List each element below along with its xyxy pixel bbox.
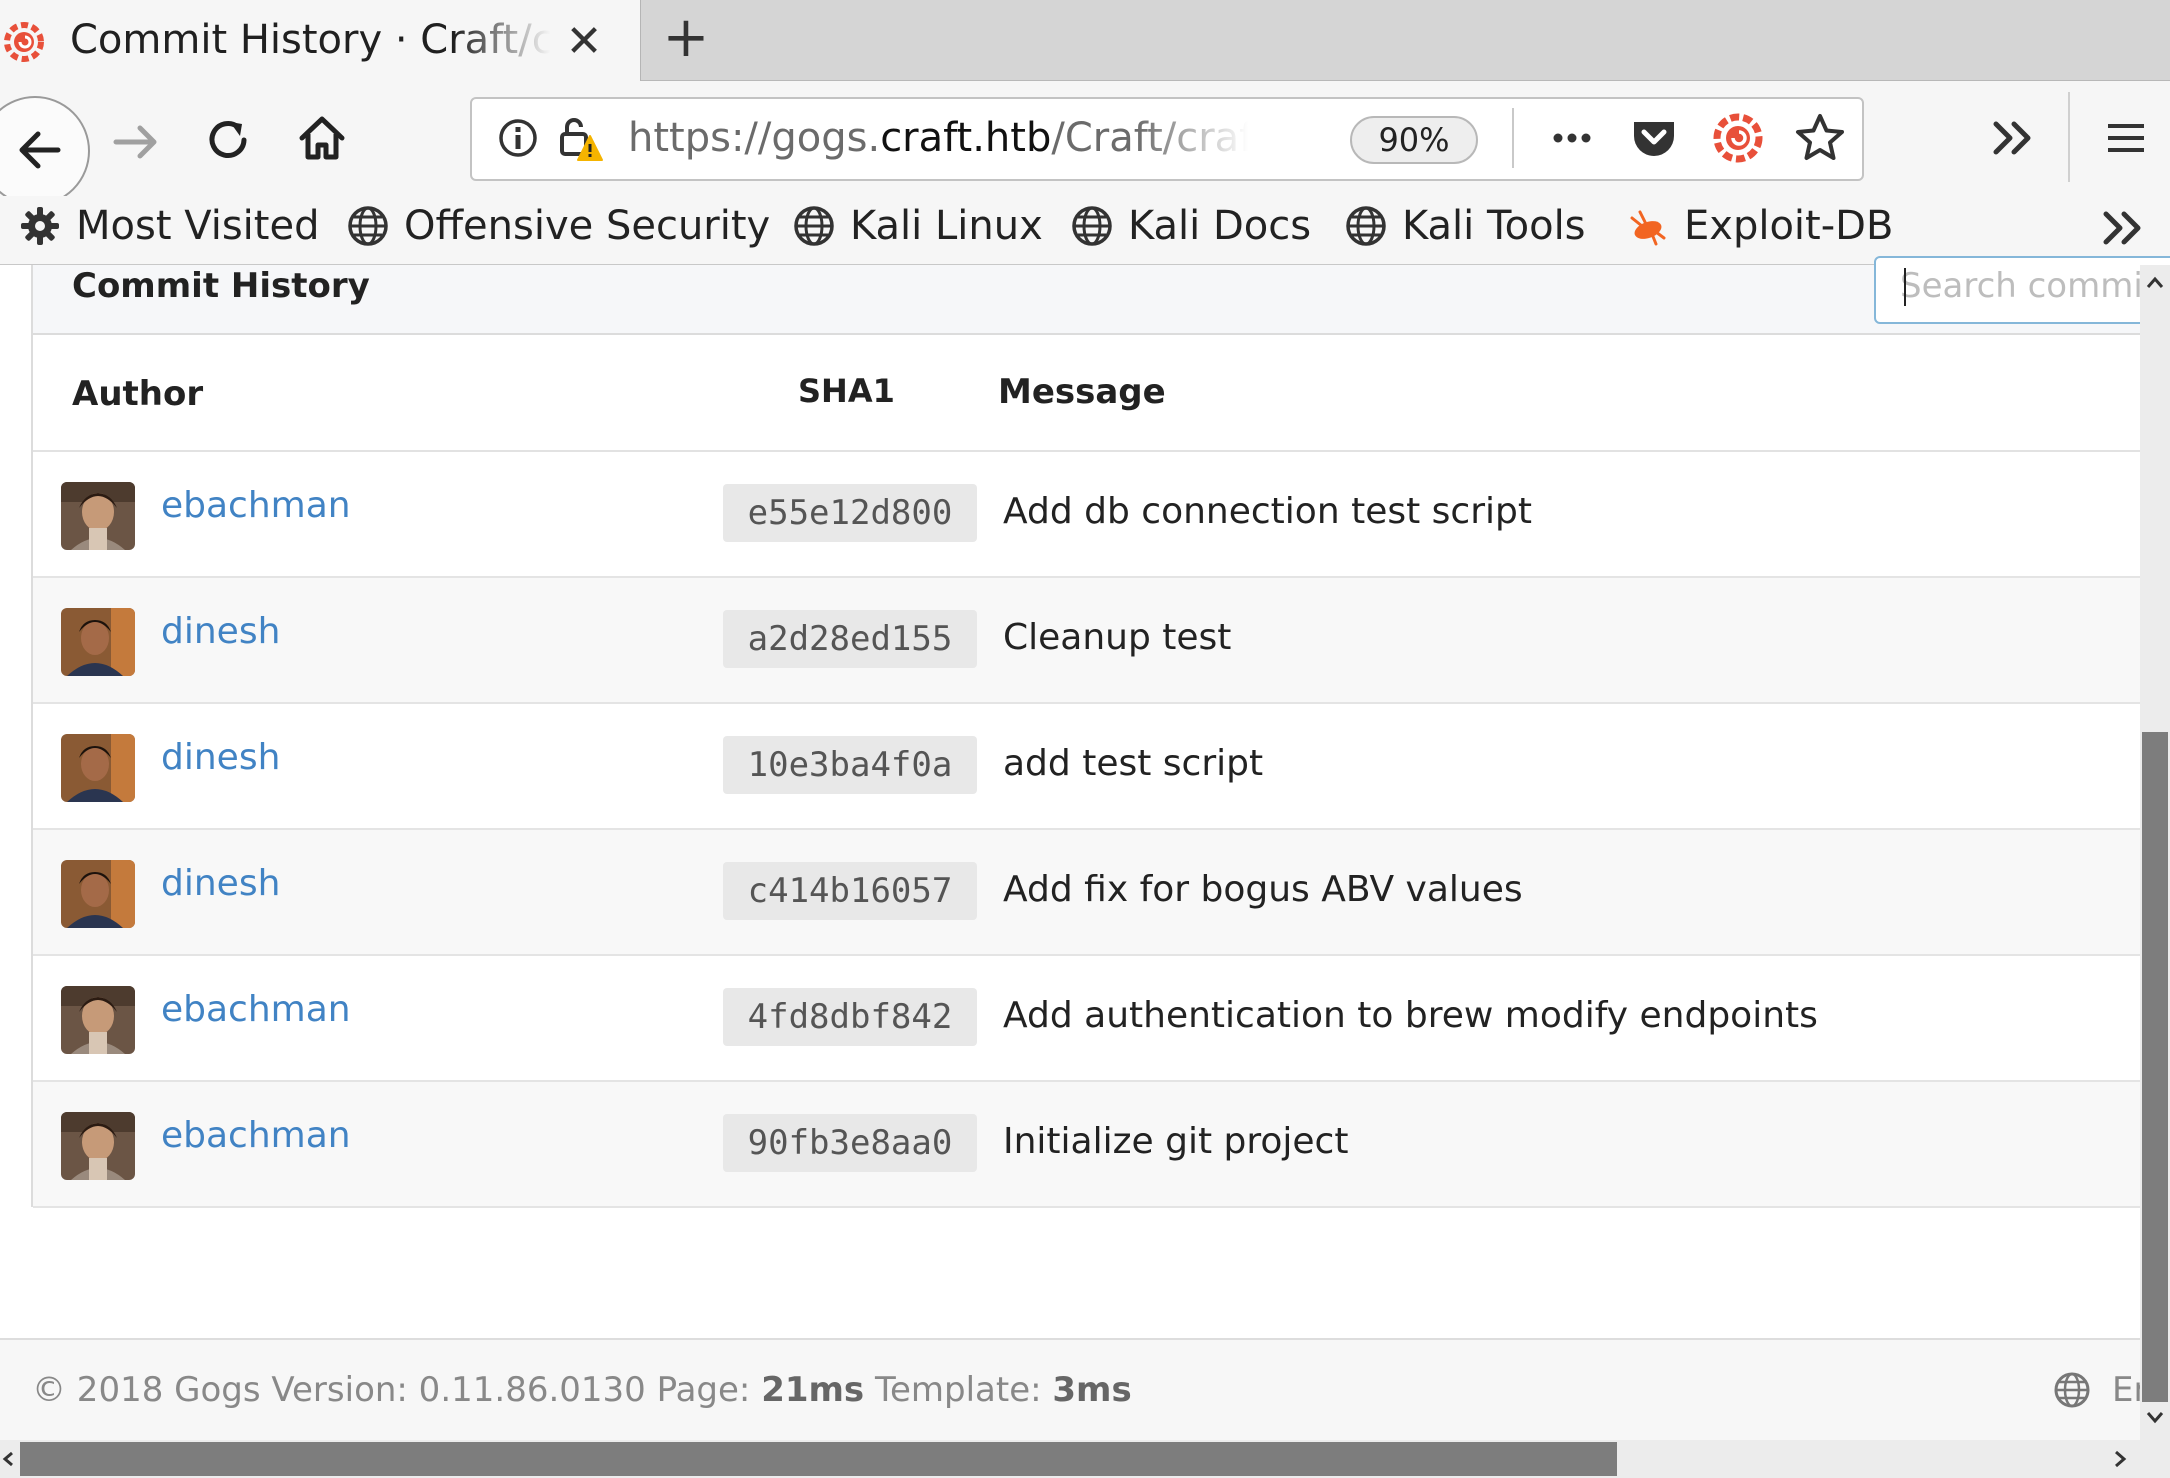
commit-row: dinesh 10e3ba4f0a add test script [33, 704, 2140, 830]
tab-close-icon[interactable]: ✕ [558, 16, 610, 68]
bookmark-kali-tools[interactable]: Kali Tools [1344, 198, 1586, 254]
footer-page-time: 21ms [761, 1370, 865, 1410]
avatar[interactable] [61, 482, 135, 550]
avatar-ebachman-icon [61, 986, 135, 1054]
commit-author-link[interactable]: ebachman [161, 482, 351, 530]
commit-sha-link[interactable]: c414b16057 [723, 862, 977, 920]
forward-arrow-icon[interactable] [108, 114, 164, 170]
scroll-up-arrow-icon[interactable] [2142, 270, 2168, 296]
column-header-sha1: SHA1 [798, 372, 895, 410]
url-host: craft.htb [880, 115, 1052, 161]
commit-sha-link[interactable]: e55e12d800 [723, 484, 977, 542]
url-text[interactable]: https://gogs.craft.htb/Craft/craft-api/c… [628, 110, 1248, 166]
zoom-level-badge[interactable]: 90% [1350, 116, 1478, 164]
commit-sha-link[interactable]: 10e3ba4f0a [723, 736, 977, 794]
page-actions-more-icon[interactable] [1546, 116, 1598, 160]
bookmark-label: Kali Linux [850, 203, 1043, 249]
bookmark-label: Exploit-DB [1684, 203, 1894, 249]
text-caret [1904, 268, 1906, 306]
bookmark-exploit-db[interactable]: Exploit-DB [1626, 198, 1893, 254]
new-tab-button[interactable]: + [660, 10, 712, 66]
avatar[interactable] [61, 860, 135, 928]
commit-sha-link[interactable]: 90fb3e8aa0 [723, 1114, 977, 1172]
back-arrow-icon [19, 131, 61, 169]
globe-icon [1072, 206, 1112, 246]
bookmark-label: Offensive Security [404, 203, 771, 249]
bookmark-kali-linux[interactable]: Kali Linux [792, 198, 1043, 254]
bookmark-label: Kali Tools [1402, 203, 1586, 249]
commit-message: Add db connection test script [1003, 491, 1532, 532]
home-icon[interactable] [294, 110, 350, 166]
tab-title: Commit History · Craft/craft-api [70, 17, 550, 63]
pocket-icon[interactable] [1628, 112, 1680, 164]
gogs-favicon-icon [4, 22, 44, 62]
commit-row: ebachman 90fb3e8aa0 Initialize git proje… [33, 1082, 2140, 1208]
commit-author-link[interactable]: ebachman [161, 1112, 351, 1160]
bookmark-label: Kali Docs [1128, 203, 1312, 249]
bookmark-kali-docs[interactable]: Kali Docs [1070, 198, 1311, 254]
commit-author-link[interactable]: dinesh [161, 860, 280, 908]
commit-author-link[interactable]: ebachman [161, 986, 351, 1034]
bookmark-star-icon[interactable] [1792, 110, 1848, 166]
column-header-message: Message [998, 372, 1166, 412]
commit-sha-link[interactable]: a2d28ed155 [723, 610, 977, 668]
toolbar-overflow-icon[interactable] [1984, 110, 2040, 166]
toolbar-divider [2068, 92, 2070, 182]
commit-message: Cleanup test [1003, 617, 1232, 658]
bookmark-offensive-security[interactable]: Offensive Security [346, 198, 770, 254]
column-header-author: Author [72, 374, 204, 414]
site-info-icon[interactable] [496, 116, 540, 160]
globe-icon [1346, 206, 1386, 246]
commit-message: Add authentication to brew modify endpoi… [1003, 995, 1818, 1036]
search-commits-input[interactable] [1900, 262, 2140, 310]
panel-title: Commit History [72, 266, 370, 306]
bookmark-label: Most Visited [76, 203, 320, 249]
avatar-ebachman-icon [61, 482, 135, 550]
commit-message: add test script [1003, 743, 1264, 784]
avatar-dinesh-icon [61, 860, 135, 928]
avatar-dinesh-icon [61, 734, 135, 802]
address-bar-divider [1512, 108, 1514, 168]
commit-message: Initialize git project [1003, 1121, 1349, 1162]
avatar-ebachman-icon [61, 1112, 135, 1180]
avatar[interactable] [61, 734, 135, 802]
gear-icon [21, 207, 59, 245]
scroll-down-arrow-icon[interactable] [2142, 1404, 2168, 1430]
globe-icon [348, 206, 388, 246]
language-globe-icon[interactable] [2052, 1370, 2092, 1410]
url-prefix: https://gogs. [628, 115, 881, 161]
avatar[interactable] [61, 1112, 135, 1180]
footer-copyright: © 2018 Gogs Version: 0.11.86.0130 Page: [32, 1370, 762, 1410]
scroll-right-arrow-icon[interactable] [2102, 1442, 2138, 1476]
gogs-extension-icon[interactable] [1712, 112, 1764, 164]
footer-version-info: © 2018 Gogs Version: 0.11.86.0130 Page: … [32, 1365, 1132, 1415]
globe-icon [794, 206, 834, 246]
avatar[interactable] [61, 986, 135, 1054]
commit-sha-link[interactable]: 4fd8dbf842 [723, 988, 977, 1046]
reload-icon[interactable] [200, 112, 256, 168]
vertical-scrollbar-thumb[interactable] [2142, 732, 2168, 1402]
exploitdb-bug-icon [1630, 210, 1666, 246]
footer-template-time: 3ms [1052, 1370, 1132, 1410]
commit-author-link[interactable]: dinesh [161, 734, 280, 782]
footer-template-label: Template: [864, 1370, 1053, 1410]
insecure-lock-icon[interactable] [556, 114, 604, 162]
avatar[interactable] [61, 608, 135, 676]
commit-author-link[interactable]: dinesh [161, 608, 280, 656]
commit-row: ebachman 4fd8dbf842 Add authentication t… [33, 956, 2140, 1082]
hamburger-menu-icon[interactable] [2100, 112, 2152, 164]
avatar-dinesh-icon [61, 608, 135, 676]
horizontal-scrollbar-thumb[interactable] [20, 1442, 1617, 1476]
bookmarks-overflow-icon[interactable] [2094, 202, 2150, 254]
bookmark-most-visited[interactable]: Most Visited [18, 198, 319, 254]
scroll-left-arrow-icon[interactable] [0, 1442, 18, 1476]
url-path: /Craft/craft-api/commits/master [1051, 115, 1248, 161]
commit-row: dinesh a2d28ed155 Cleanup test [33, 578, 2140, 704]
commit-row: ebachman e55e12d800 Add db connection te… [33, 452, 2140, 578]
commit-message: Add fix for bogus ABV values [1003, 869, 1523, 910]
commit-row: dinesh c414b16057 Add fix for bogus ABV … [33, 830, 2140, 956]
